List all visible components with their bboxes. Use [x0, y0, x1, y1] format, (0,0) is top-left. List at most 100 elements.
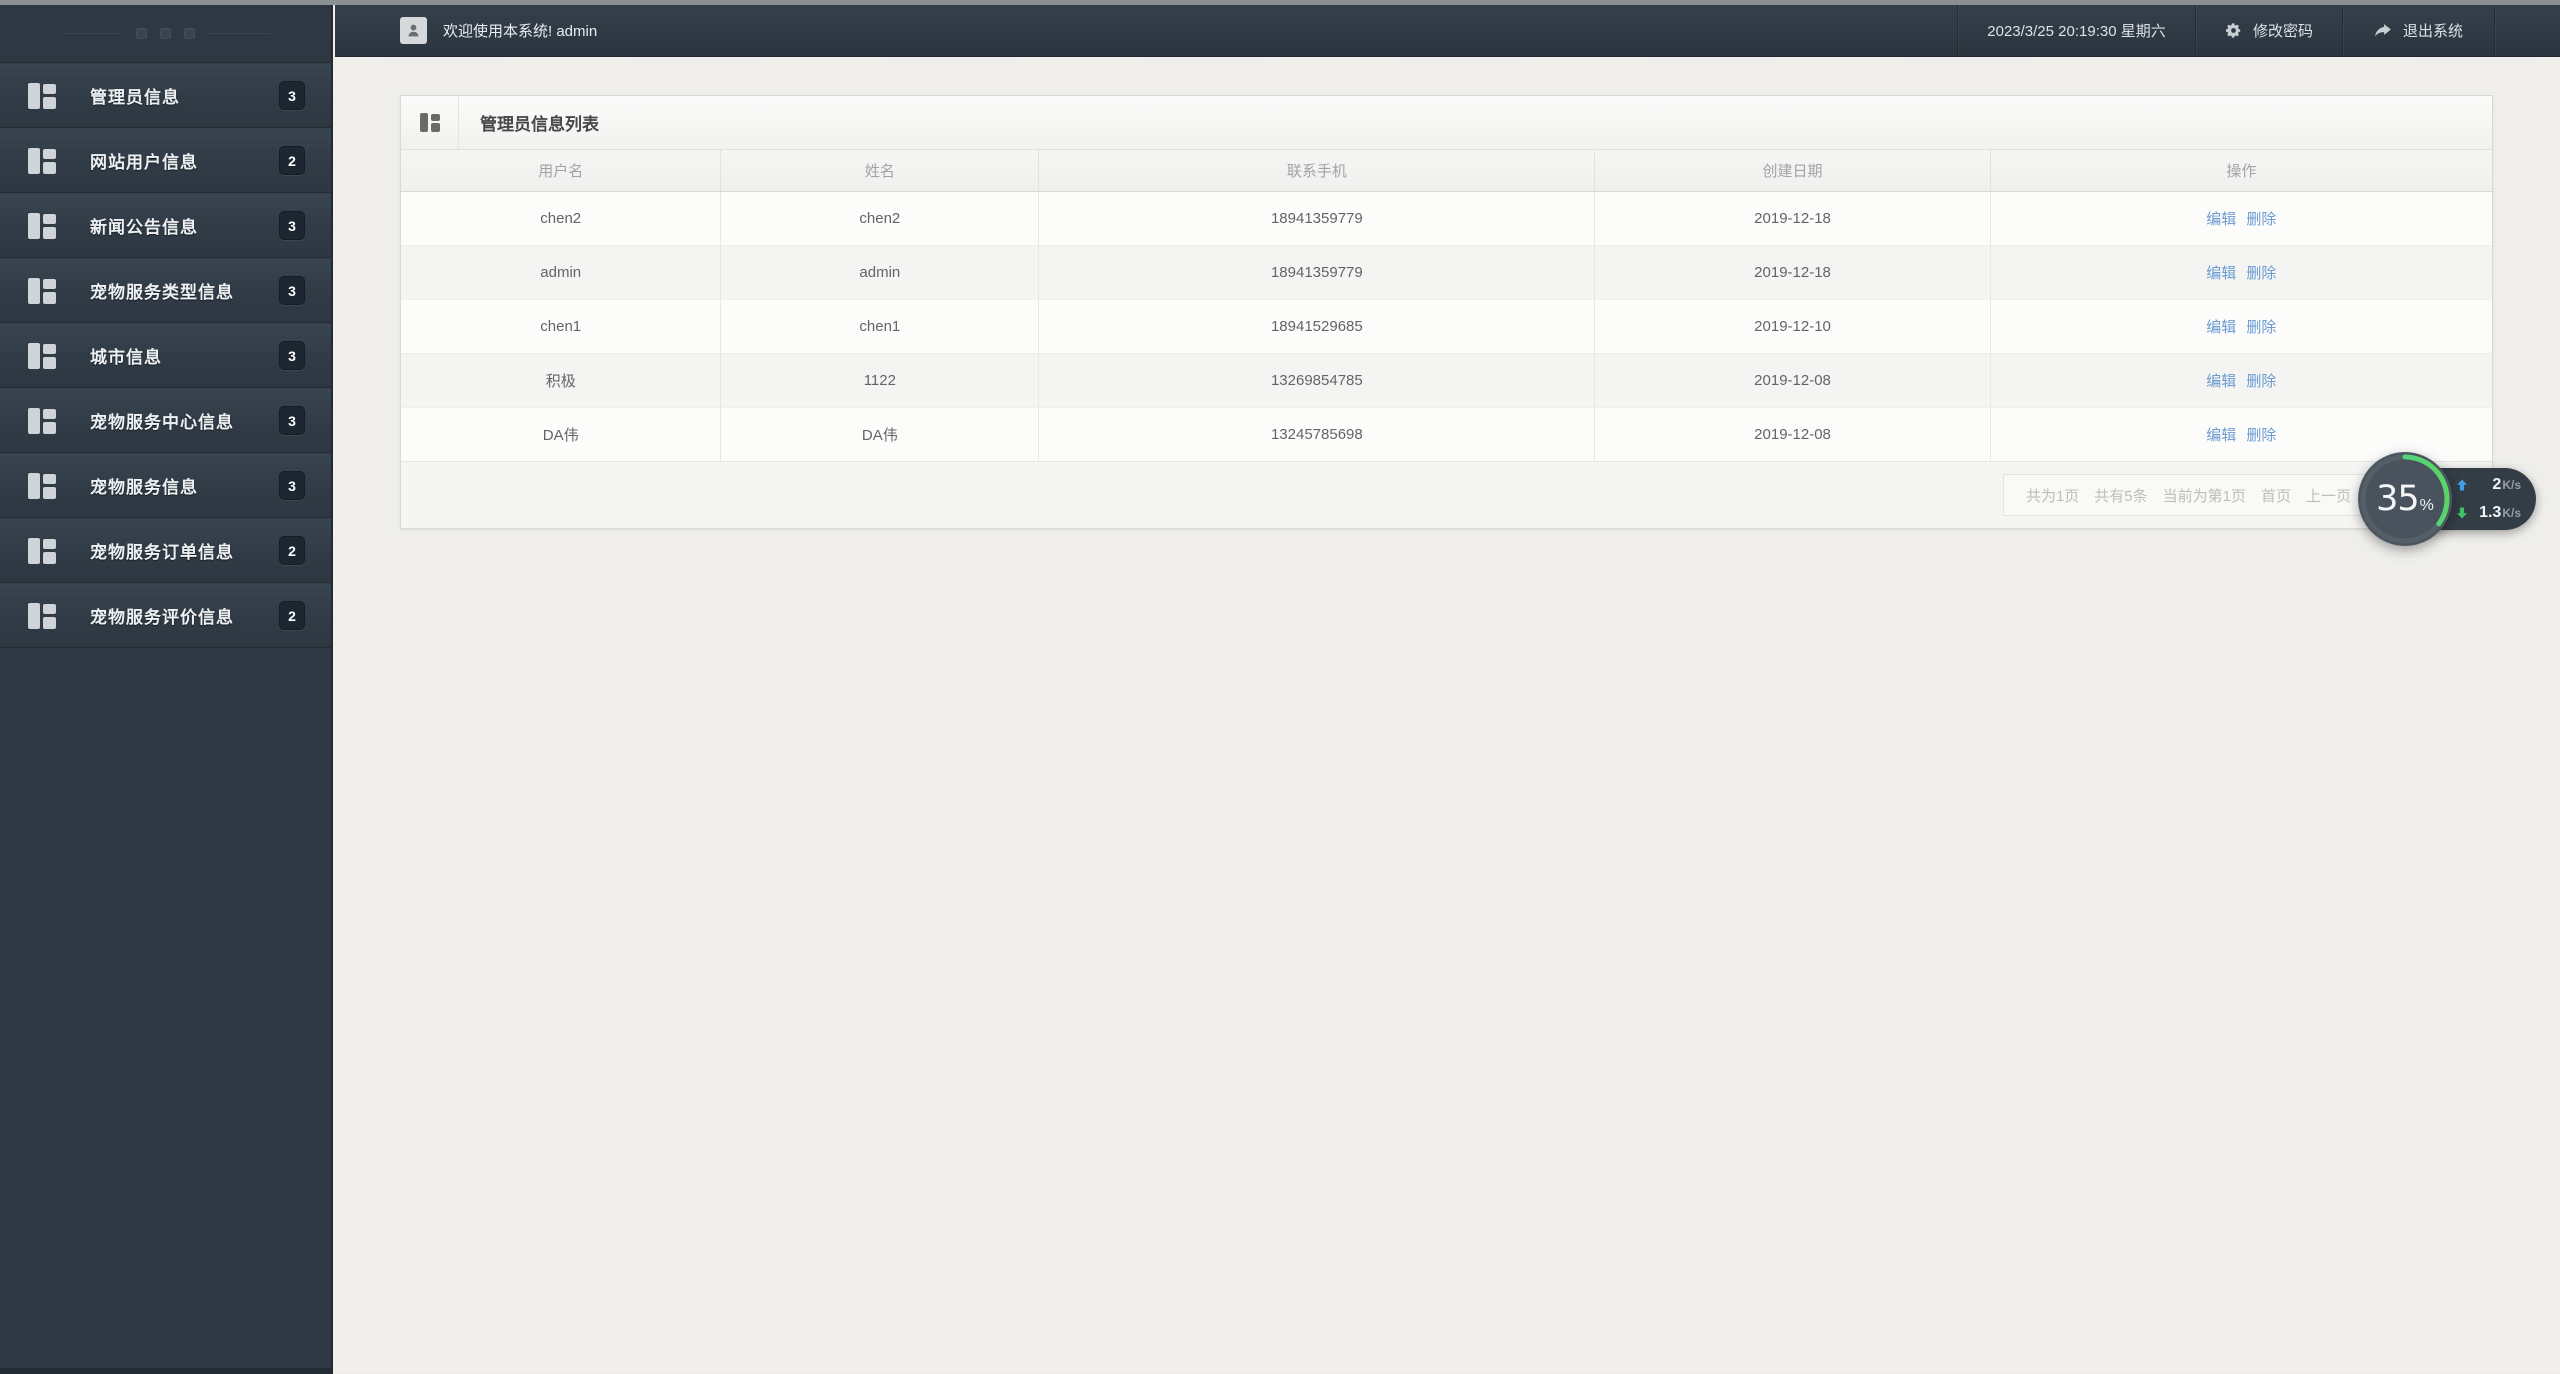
cell-phone: 18941529685	[1038, 298, 1596, 353]
th-large-icon	[28, 472, 56, 499]
upload-speed-row: 2K/s	[2456, 473, 2521, 497]
datetime-text: 2023/3/25 20:19:30 星期六	[1987, 23, 2166, 40]
cell-name: chen1	[720, 298, 1040, 353]
panel-header: 管理员信息列表	[401, 96, 2492, 150]
delete-link[interactable]: 删除	[2246, 319, 2276, 336]
th-large-icon	[28, 537, 56, 564]
download-speed-row: 1.3K/s	[2456, 501, 2521, 525]
th-large-icon	[28, 342, 56, 369]
progress-percent-sign: %	[2419, 497, 2434, 514]
up-arrow-icon	[2456, 479, 2468, 491]
table-row: chen1 chen1 18941529685 2019-12-10 编辑 删除	[401, 298, 2492, 353]
grip-dot-icon	[160, 28, 171, 39]
sidebar: 管理员信息 3 网站用户信息 2 新闻公告信息 3 宠物服务类型信息 3 城市信…	[0, 5, 333, 1374]
sidebar-item-badge: 3	[279, 341, 305, 370]
cell-name: chen2	[720, 190, 1040, 245]
sidebar-item-cities[interactable]: 城市信息 3	[0, 323, 331, 388]
table-row: DA伟 DA伟 13245785698 2019-12-08 编辑 删除	[401, 406, 2492, 461]
sidebar-item-label: 管理员信息	[90, 88, 180, 107]
sidebar-item-services[interactable]: 宠物服务信息 3	[0, 453, 331, 518]
pagination-current-page: 当前为第1页	[2162, 487, 2246, 505]
th-large-icon	[28, 82, 56, 109]
row-actions: 编辑 删除	[1990, 352, 2492, 407]
edit-link[interactable]: 编辑	[2206, 427, 2236, 444]
th-large-icon	[419, 113, 440, 132]
cell-phone: 18941359779	[1038, 190, 1596, 245]
edit-link[interactable]: 编辑	[2206, 373, 2236, 390]
cell-name: admin	[720, 244, 1040, 299]
sidebar-item-label: 新闻公告信息	[90, 218, 198, 237]
row-actions: 编辑 删除	[1990, 244, 2492, 299]
upload-value: 2	[2492, 476, 2502, 493]
col-header-name: 姓名	[720, 150, 1040, 192]
row-actions: 编辑 删除	[1990, 190, 2492, 245]
cell-name: 1122	[720, 352, 1040, 407]
sidebar-item-service-centers[interactable]: 宠物服务中心信息 3	[0, 388, 331, 453]
cell-created: 2019-12-18	[1594, 190, 1991, 245]
cell-phone: 18941359779	[1038, 244, 1596, 299]
sidebar-item-label: 宠物服务类型信息	[90, 283, 234, 302]
sidebar-item-site-users[interactable]: 网站用户信息 2	[0, 128, 331, 193]
sidebar-grip	[0, 5, 331, 63]
th-large-icon	[28, 212, 56, 239]
sidebar-item-label: 宠物服务评价信息	[90, 608, 234, 627]
col-header-username: 用户名	[401, 150, 722, 192]
panel-icon-box	[401, 96, 459, 149]
down-arrow-icon	[2456, 507, 2468, 519]
row-actions: 编辑 删除	[1990, 298, 2492, 353]
cell-created: 2019-12-08	[1594, 352, 1991, 407]
delete-link[interactable]: 删除	[2246, 373, 2276, 390]
welcome-text: 欢迎使用本系统! admin	[443, 23, 598, 40]
sidebar-item-label: 宠物服务中心信息	[90, 413, 234, 432]
sidebar-item-label: 宠物服务信息	[90, 478, 198, 497]
admin-table: 用户名 姓名 联系手机 创建日期 操作 chen2 chen2 18941359…	[401, 150, 2492, 461]
change-password-label: 修改密码	[2252, 23, 2313, 40]
forward-arrow-icon	[2374, 23, 2392, 39]
edit-link[interactable]: 编辑	[2206, 265, 2236, 282]
cell-username: admin	[401, 244, 722, 299]
change-password-button[interactable]: 修改密码	[2195, 5, 2342, 56]
pagination-prev-page[interactable]: 上一页	[2306, 485, 2351, 506]
speed-monitor-widget: 2K/s 1.3K/s 35%	[2358, 452, 2558, 577]
cell-created: 2019-12-10	[1594, 298, 1991, 353]
sidebar-item-badge: 2	[279, 601, 305, 630]
edit-link[interactable]: 编辑	[2206, 211, 2236, 228]
th-large-icon	[28, 602, 56, 629]
cell-phone: 13245785698	[1038, 406, 1596, 461]
logout-button[interactable]: 退出系统	[2342, 5, 2494, 56]
sidebar-item-admin-info[interactable]: 管理员信息 3	[0, 63, 331, 128]
delete-link[interactable]: 删除	[2246, 265, 2276, 282]
progress-circle[interactable]: 35%	[2358, 452, 2452, 546]
table-row: 积极 1122 13269854785 2019-12-08 编辑 删除	[401, 352, 2492, 407]
sidebar-item-badge: 3	[279, 406, 305, 435]
cell-username: DA伟	[401, 406, 722, 461]
sidebar-item-label: 城市信息	[90, 348, 162, 367]
main-content: 管理员信息列表 用户名 姓名 联系手机 创建日期 操作 chen2 chen2	[335, 57, 2560, 1374]
sidebar-item-service-types[interactable]: 宠物服务类型信息 3	[0, 258, 331, 323]
sidebar-item-reviews[interactable]: 宠物服务评价信息 2	[0, 583, 331, 648]
delete-link[interactable]: 删除	[2246, 211, 2276, 228]
panel-footer: 共为1页 共有5条 当前为第1页 首页 上一页	[401, 461, 2492, 528]
sidebar-item-orders[interactable]: 宠物服务订单信息 2	[0, 518, 331, 583]
col-header-phone: 联系手机	[1038, 150, 1596, 192]
sidebar-item-badge: 3	[279, 81, 305, 110]
sidebar-item-news[interactable]: 新闻公告信息 3	[0, 193, 331, 258]
pagination-first-page[interactable]: 首页	[2261, 485, 2291, 506]
user-avatar-icon	[400, 17, 427, 44]
delete-link[interactable]: 删除	[2246, 427, 2276, 444]
sidebar-item-badge: 3	[279, 471, 305, 500]
edit-link[interactable]: 编辑	[2206, 319, 2236, 336]
sidebar-item-badge: 2	[279, 536, 305, 565]
sidebar-item-badge: 3	[279, 211, 305, 240]
gear-icon	[2225, 22, 2242, 39]
admin-list-panel: 管理员信息列表 用户名 姓名 联系手机 创建日期 操作 chen2 chen2	[400, 95, 2493, 529]
cell-username: chen2	[401, 190, 722, 245]
th-large-icon	[28, 147, 56, 174]
sidebar-item-badge: 3	[279, 276, 305, 305]
sidebar-item-label: 网站用户信息	[90, 153, 198, 172]
download-value: 1.3	[2479, 504, 2502, 521]
col-header-actions: 操作	[1990, 150, 2492, 192]
upload-unit: K/s	[2502, 478, 2521, 492]
table-row: chen2 chen2 18941359779 2019-12-18 编辑 删除	[401, 190, 2492, 245]
th-large-icon	[28, 407, 56, 434]
